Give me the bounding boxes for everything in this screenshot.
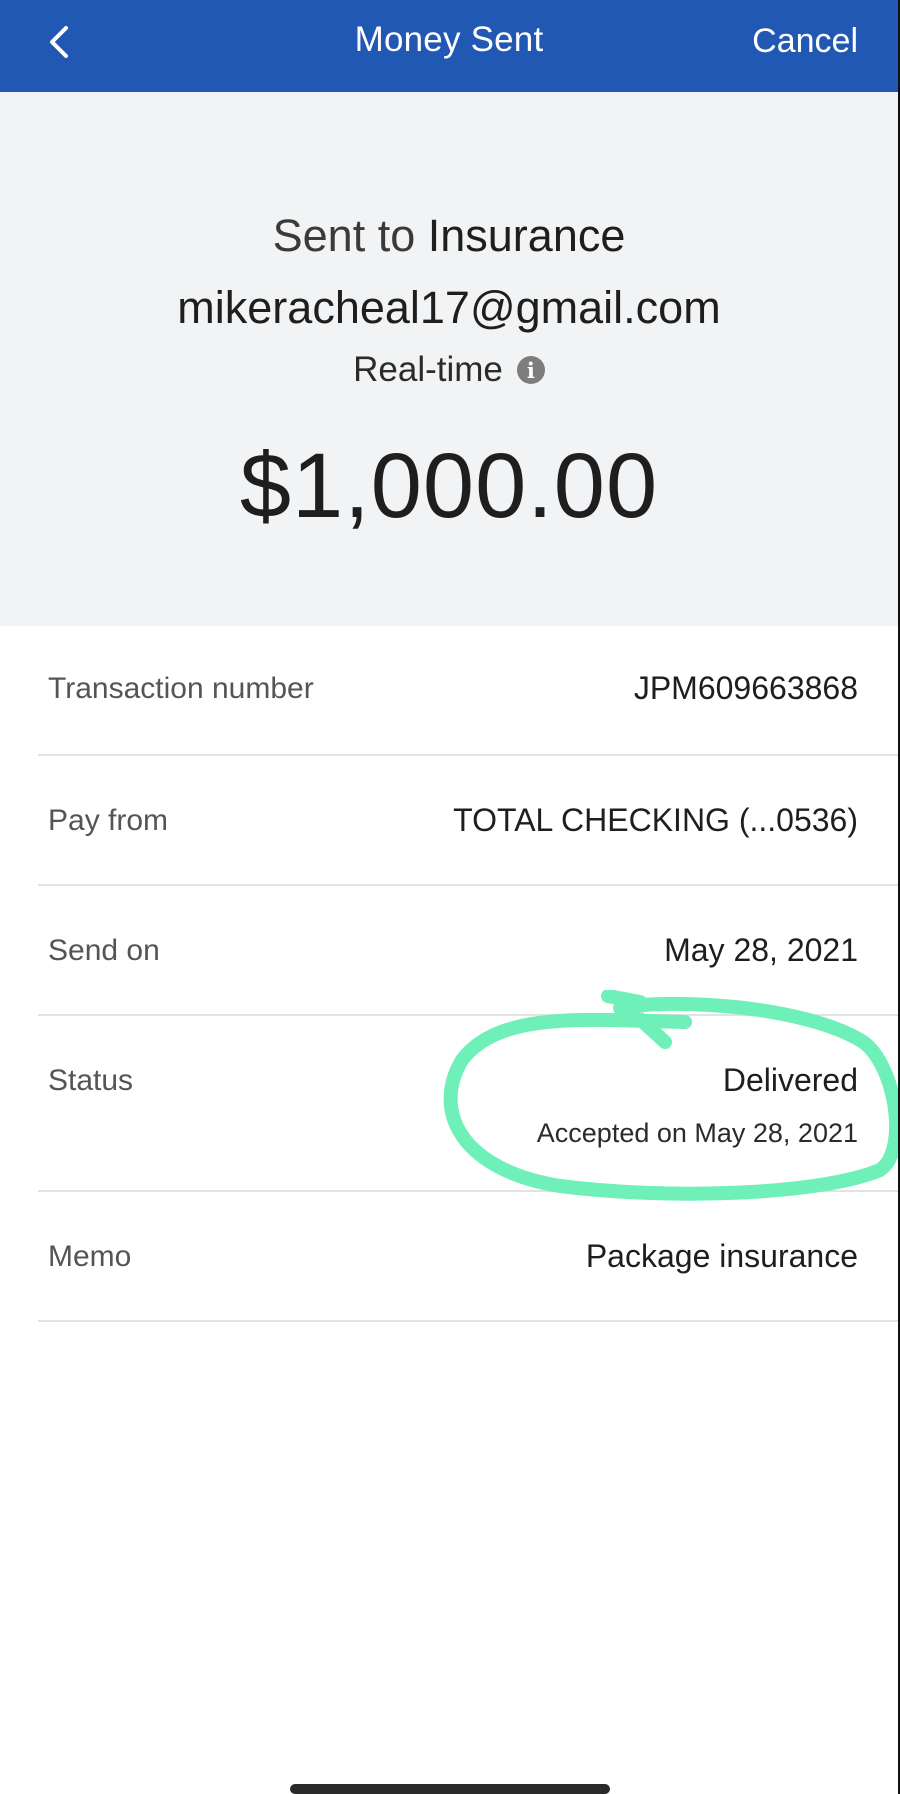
status-value: Delivered: [722, 1062, 858, 1098]
speed-row: Real-time i: [0, 350, 898, 390]
sent-to-prefix: Sent to: [272, 210, 416, 261]
detail-row-memo: Memo Package insurance: [38, 1192, 898, 1322]
info-icon[interactable]: i: [516, 356, 545, 384]
transaction-number-value: JPM609663868: [633, 670, 858, 706]
pay-from-value: TOTAL CHECKING (...0536): [453, 802, 858, 838]
recipient-name: Insurance: [427, 210, 626, 261]
memo-label: Memo: [48, 1240, 132, 1273]
memo-value: Package insurance: [585, 1238, 858, 1274]
transaction-number-label: Transaction number: [48, 672, 314, 705]
status-accepted-date: Accepted on May 28, 2021: [536, 1118, 858, 1148]
transfer-summary: Sent to Insurance mikeracheal17@gmail.co…: [0, 92, 898, 626]
detail-row-transaction-number: Transaction number JPM609663868: [38, 626, 898, 756]
transaction-details: Transaction number JPM609663868 Pay from…: [38, 626, 898, 1322]
send-on-label: Send on: [48, 934, 160, 967]
cancel-button[interactable]: Cancel: [752, 22, 858, 61]
amount: $1,000.00: [239, 435, 659, 537]
detail-row-pay-from: Pay from TOTAL CHECKING (...0536): [38, 756, 898, 886]
header-bar: Money Sent Cancel: [0, 0, 898, 92]
speed-label: Real-time: [353, 350, 503, 389]
recipient-email: mikeracheal17@gmail.com: [177, 282, 721, 333]
status-label: Status: [48, 1064, 134, 1097]
detail-row-status: Status Delivered Accepted on May 28, 202…: [38, 1016, 898, 1192]
money-sent-screen: Money Sent Cancel Sent to Insurance mike…: [0, 0, 898, 1794]
send-on-value: May 28, 2021: [664, 932, 858, 968]
pay-from-label: Pay from: [48, 804, 169, 837]
sent-to-line: Sent to Insurance: [0, 210, 898, 262]
detail-row-send-on: Send on May 28, 2021: [38, 886, 898, 1016]
home-indicator: [290, 1784, 610, 1794]
